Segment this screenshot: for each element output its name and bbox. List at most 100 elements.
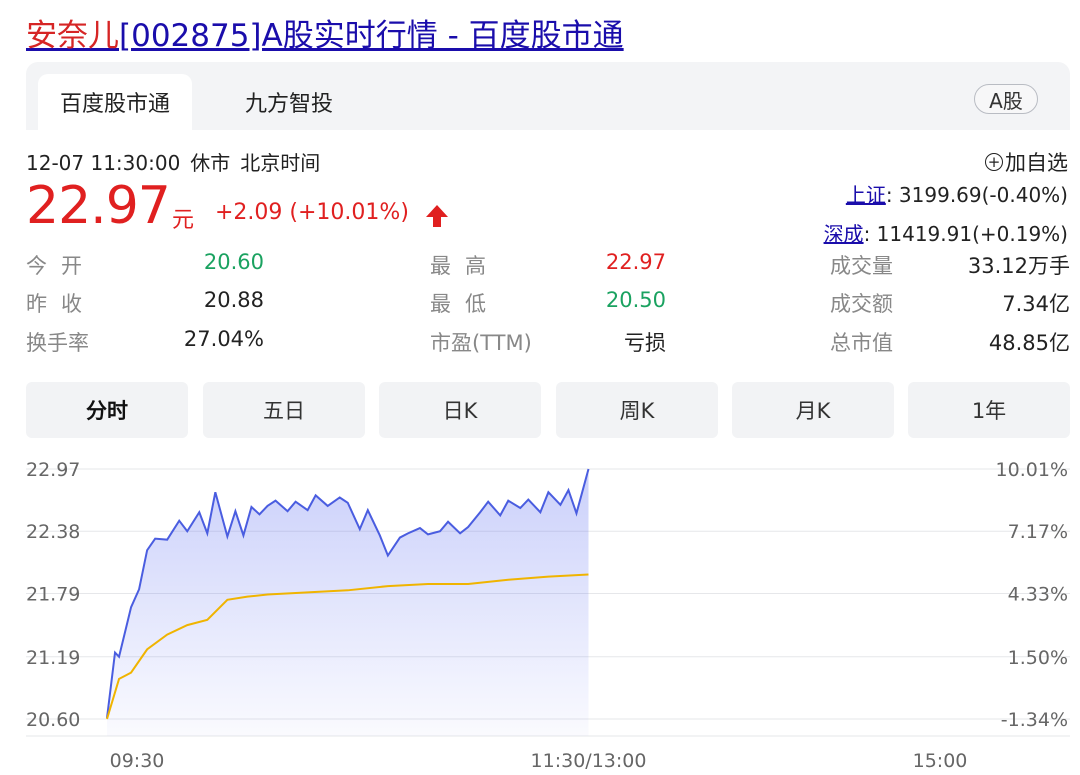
average-point bbox=[130, 672, 132, 674]
stat-label-open: 今开 bbox=[26, 254, 96, 278]
index-shanghai: 上证: 3199.69(-0.40%) bbox=[846, 179, 1068, 208]
period-tab-five-day[interactable]: 五日 bbox=[203, 382, 365, 438]
average-point bbox=[387, 585, 389, 587]
price-point bbox=[528, 499, 530, 501]
price-point bbox=[215, 491, 217, 493]
stat-value-amount: 7.34亿 bbox=[1002, 292, 1070, 316]
y-tick-label-left: 21.79 bbox=[26, 583, 80, 605]
period-tab-intraday[interactable]: 分时 bbox=[26, 382, 188, 438]
price-point bbox=[447, 521, 449, 523]
stock-title-rest: [002875]A股实时行情 - 百度股市通 bbox=[119, 18, 624, 54]
price-point bbox=[347, 502, 349, 504]
quote-datetime: 12-07 11:30:00 bbox=[26, 151, 181, 175]
price-point bbox=[439, 530, 441, 532]
stat-value-prev-close: 20.88 bbox=[203, 288, 264, 312]
quote-status: 12-07 11:30:00 休市 北京时间 bbox=[26, 147, 330, 176]
stat-value-open: 20.60 bbox=[203, 250, 264, 274]
index-shenzhen-value: : 11419.91(+0.19%) bbox=[863, 222, 1068, 246]
average-point bbox=[118, 678, 120, 680]
period-tab-monthly-k[interactable]: 月K bbox=[732, 382, 894, 438]
price-point bbox=[568, 489, 570, 491]
average-point bbox=[588, 574, 590, 576]
price-point bbox=[459, 533, 461, 535]
average-point bbox=[207, 619, 209, 621]
price-point bbox=[419, 527, 421, 529]
tab-jiufang[interactable]: 九方智投 bbox=[236, 74, 342, 130]
stat-label-low: 最低 bbox=[430, 292, 500, 316]
price-point bbox=[235, 510, 237, 512]
y-tick-label-right: -1.34% bbox=[1001, 709, 1068, 731]
price-point bbox=[259, 514, 261, 516]
source-tab-bar: 百度股市通 九方智投 A股 bbox=[26, 62, 1070, 130]
price-point bbox=[251, 506, 253, 508]
average-point bbox=[347, 590, 349, 592]
average-point bbox=[146, 649, 148, 651]
price-point bbox=[166, 539, 168, 541]
y-tick-label-right: 7.17% bbox=[1008, 521, 1068, 543]
stat-value-volume: 33.12万手 bbox=[967, 254, 1070, 278]
watch-label: 加自选 bbox=[1005, 151, 1068, 175]
price-point bbox=[186, 530, 188, 532]
price-point bbox=[487, 501, 489, 503]
average-point bbox=[467, 583, 469, 585]
plus-circle-icon: + bbox=[985, 153, 1003, 171]
average-point bbox=[427, 583, 429, 585]
period-tab-one-year[interactable]: 1年 bbox=[908, 382, 1070, 438]
price-point bbox=[275, 500, 277, 502]
y-tick-label-left: 20.60 bbox=[26, 709, 80, 731]
price-point bbox=[359, 528, 361, 530]
price-point bbox=[315, 495, 317, 497]
price-point bbox=[540, 511, 542, 513]
market-badge[interactable]: A股 bbox=[974, 84, 1038, 114]
index-shenzhen: 深成: 11419.91(+0.19%) bbox=[824, 218, 1068, 247]
index-shanghai-link[interactable]: 上证 bbox=[846, 183, 886, 207]
price-point bbox=[379, 535, 381, 537]
average-point bbox=[186, 624, 188, 626]
market-state: 休市 bbox=[190, 151, 231, 175]
index-shanghai-value: : 3199.69(-0.40%) bbox=[885, 183, 1068, 207]
y-tick-label-right: 1.50% bbox=[1008, 647, 1068, 669]
period-tab-weekly-k[interactable]: 周K bbox=[556, 382, 718, 438]
intraday-chart[interactable]: 22.97 10.01% 22.38 7.17% 21.79 4.33% 21.19 1.50… bbox=[0, 445, 1080, 775]
price-point bbox=[387, 555, 389, 557]
price-point bbox=[427, 534, 429, 536]
stat-label-market-cap: 总市值 bbox=[830, 331, 893, 355]
price-point bbox=[287, 510, 289, 512]
price-point bbox=[367, 509, 369, 511]
average-point bbox=[507, 579, 509, 581]
price-area-fill bbox=[107, 469, 589, 736]
average-point bbox=[548, 576, 550, 578]
add-to-watchlist-button[interactable]: + 加自选 bbox=[985, 147, 1068, 177]
x-tick-label: 09:30 bbox=[110, 750, 165, 772]
stat-label-amount: 成交额 bbox=[830, 292, 893, 316]
price-point bbox=[407, 533, 409, 535]
price-point bbox=[507, 500, 509, 502]
average-point bbox=[166, 634, 168, 636]
y-tick-label-right: 10.01% bbox=[996, 459, 1068, 481]
index-shenzhen-link[interactable]: 深成 bbox=[824, 222, 864, 246]
price-point bbox=[499, 515, 501, 517]
average-point bbox=[106, 718, 108, 720]
stat-value-high: 22.97 bbox=[605, 250, 666, 274]
stat-label-turnover-rate: 换手率 bbox=[26, 331, 89, 355]
stat-label-prev-close: 昨收 bbox=[26, 292, 96, 316]
price-point bbox=[548, 491, 550, 493]
x-tick-label: 15:00 bbox=[913, 750, 968, 772]
stat-value-pe-ttm: 亏损 bbox=[624, 331, 666, 355]
x-tick-label: 11:30/13:00 bbox=[531, 750, 647, 772]
price-point bbox=[267, 505, 269, 507]
average-point bbox=[247, 596, 249, 598]
price-point bbox=[307, 509, 309, 511]
y-tick-label-left: 22.97 bbox=[26, 459, 80, 481]
average-point bbox=[267, 594, 269, 596]
tab-baidu-stock[interactable]: 百度股市通 bbox=[38, 74, 192, 130]
y-tick-label-left: 21.19 bbox=[26, 647, 80, 669]
price-point bbox=[138, 588, 140, 590]
y-tick-label-right: 4.33% bbox=[1008, 583, 1068, 605]
price-point bbox=[118, 656, 120, 658]
period-tab-daily-k[interactable]: 日K bbox=[379, 382, 541, 438]
price-point bbox=[178, 520, 180, 522]
price-change: +2.09 (+10.01%) bbox=[215, 200, 409, 225]
price-point bbox=[146, 549, 148, 551]
page-title-link[interactable]: 安奈儿[002875]A股实时行情 - 百度股市通 bbox=[26, 10, 624, 55]
